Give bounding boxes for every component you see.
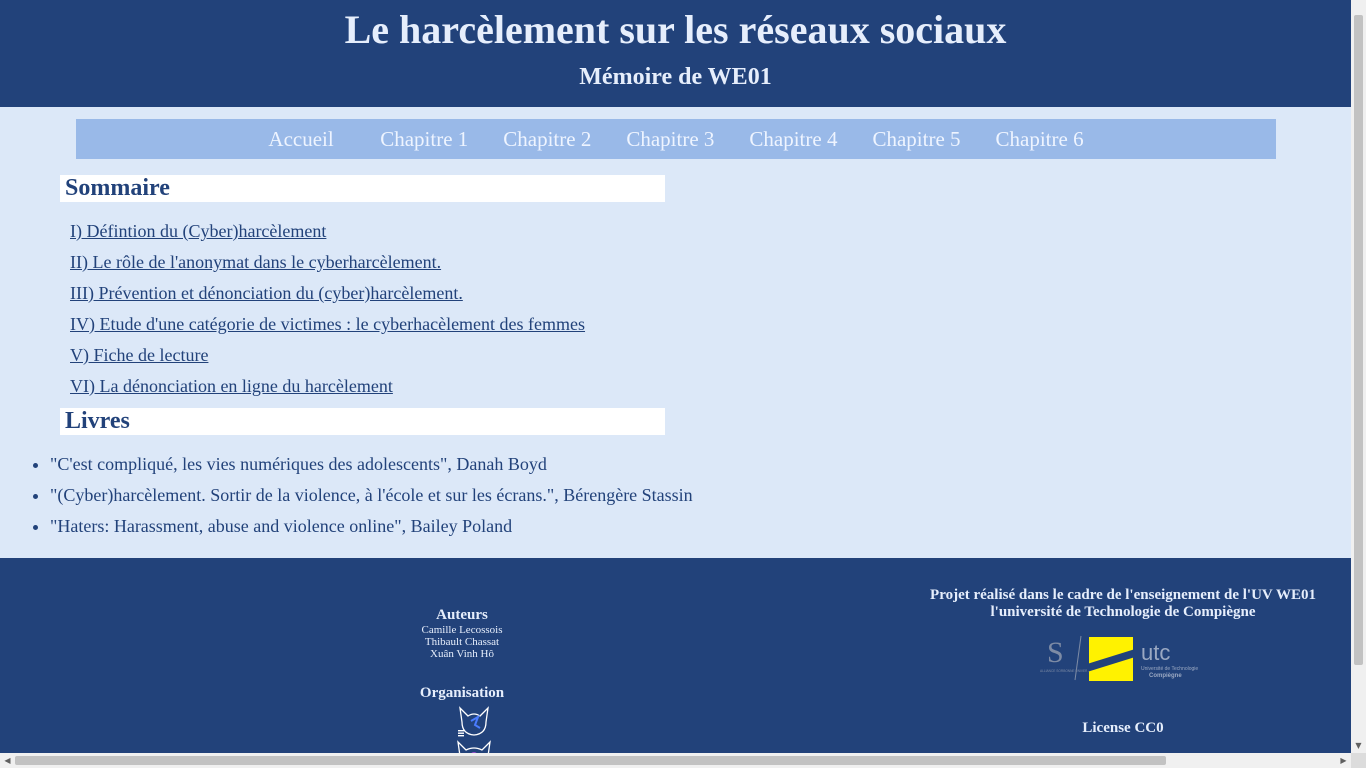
list-item: V) Fiche de lecture bbox=[70, 340, 585, 371]
nav-link-chapitre-4[interactable]: Chapitre 4 bbox=[732, 119, 855, 159]
sorbonne-logo-text: ALLIANCE SORBONNE UNIVERSITÉ bbox=[1040, 668, 1095, 673]
main-navigation: Accueil Chapitre 1 Chapitre 2 Chapitre 3… bbox=[76, 119, 1276, 159]
triangle-right-icon[interactable]: ▶ bbox=[1336, 753, 1351, 768]
site-header: Le harcèlement sur les réseaux sociaux M… bbox=[0, 0, 1351, 107]
footer-authors-column: Auteurs Camille Lecossois Thibault Chass… bbox=[362, 606, 562, 753]
summary-heading: Sommaire bbox=[60, 175, 665, 202]
footer-project-column: Projet réalisé dans le cadre de l'enseig… bbox=[923, 587, 1323, 682]
author-name: Thibault Chassat bbox=[424, 636, 500, 648]
authors-heading: Auteurs bbox=[436, 607, 488, 623]
utc-logo-subtext: Université de Technologie bbox=[1141, 666, 1198, 672]
summary-link-chapter-2[interactable]: II) Le rôle de l'anonymat dans le cyberh… bbox=[70, 252, 441, 272]
books-list: "C'est compliqué, les vies numériques de… bbox=[30, 449, 693, 542]
summary-link-chapter-1[interactable]: I) Défintion du (Cyber)harcèlement bbox=[70, 221, 326, 241]
author-name: Camille Lecossois bbox=[421, 624, 503, 636]
cat-head-icon bbox=[458, 706, 489, 737]
cat-head-icon bbox=[457, 740, 491, 753]
site-subtitle: Mémoire de WE01 bbox=[579, 64, 772, 90]
list-item: II) Le rôle de l'anonymat dans le cyberh… bbox=[70, 247, 585, 278]
utc-logo-city: Compiègne bbox=[1149, 673, 1182, 679]
summary-link-chapter-3[interactable]: III) Prévention et dénonciation du (cybe… bbox=[70, 283, 463, 303]
site-title: Le harcèlement sur les réseaux sociaux bbox=[344, 7, 1007, 52]
author-name: Xuân Vinh Hô bbox=[430, 648, 494, 660]
project-description-line-2: l'université de Technologie de Compiègne bbox=[990, 604, 1256, 620]
scrollbar-corner bbox=[1351, 753, 1366, 768]
nav-link-accueil[interactable]: Accueil bbox=[251, 119, 363, 159]
horizontal-scrollbar-thumb[interactable] bbox=[15, 756, 1166, 765]
utc-wordmark: utc bbox=[1141, 640, 1170, 665]
summary-link-chapter-5[interactable]: V) Fiche de lecture bbox=[70, 345, 208, 365]
horizontal-scrollbar[interactable]: ◀ ▶ bbox=[0, 753, 1351, 768]
book-item: "Haters: Harassment, abuse and violence … bbox=[50, 511, 693, 542]
site-footer: Auteurs Camille Lecossois Thibault Chass… bbox=[0, 558, 1351, 753]
sorbonne-s-mark: S bbox=[1047, 636, 1064, 669]
triangle-down-icon[interactable]: ▼ bbox=[1351, 738, 1366, 753]
book-item: "(Cyber)harcèlement. Sortir de la violen… bbox=[50, 480, 693, 511]
utc-logo: S ALLIANCE SORBONNE UNIVERSITÉ utc Unive… bbox=[1040, 635, 1198, 681]
summary-link-chapter-6[interactable]: VI) La dénonciation en ligne du harcèlem… bbox=[70, 376, 393, 396]
triangle-left-icon[interactable]: ◀ bbox=[0, 753, 15, 768]
list-item: I) Défintion du (Cyber)harcèlement bbox=[70, 216, 585, 247]
list-item: III) Prévention et dénonciation du (cybe… bbox=[70, 278, 585, 309]
list-item: VI) La dénonciation en ligne du harcèlem… bbox=[70, 371, 585, 402]
book-item: "C'est compliqué, les vies numériques de… bbox=[50, 449, 693, 480]
summary-list: I) Défintion du (Cyber)harcèlement II) L… bbox=[70, 216, 585, 402]
books-heading: Livres bbox=[60, 408, 665, 435]
nav-link-chapitre-2[interactable]: Chapitre 2 bbox=[486, 119, 609, 159]
organisation-heading: Organisation bbox=[419, 685, 505, 701]
page-viewport: Le harcèlement sur les réseaux sociaux M… bbox=[0, 0, 1351, 753]
organisation-logos bbox=[432, 704, 492, 753]
project-description-line-1: Projet réalisé dans le cadre de l'enseig… bbox=[930, 587, 1316, 603]
summary-link-chapter-4[interactable]: IV) Etude d'une catégorie de victimes : … bbox=[70, 314, 585, 334]
list-item: IV) Etude d'une catégorie de victimes : … bbox=[70, 309, 585, 340]
license-text: License CC0 bbox=[1082, 720, 1164, 736]
nav-link-chapitre-6[interactable]: Chapitre 6 bbox=[978, 119, 1101, 159]
vertical-scrollbar[interactable]: ▼ bbox=[1351, 0, 1366, 753]
vertical-scrollbar-thumb[interactable] bbox=[1354, 15, 1363, 665]
nav-link-chapitre-3[interactable]: Chapitre 3 bbox=[609, 119, 732, 159]
nav-link-chapitre-1[interactable]: Chapitre 1 bbox=[363, 119, 486, 159]
nav-link-chapitre-5[interactable]: Chapitre 5 bbox=[855, 119, 978, 159]
